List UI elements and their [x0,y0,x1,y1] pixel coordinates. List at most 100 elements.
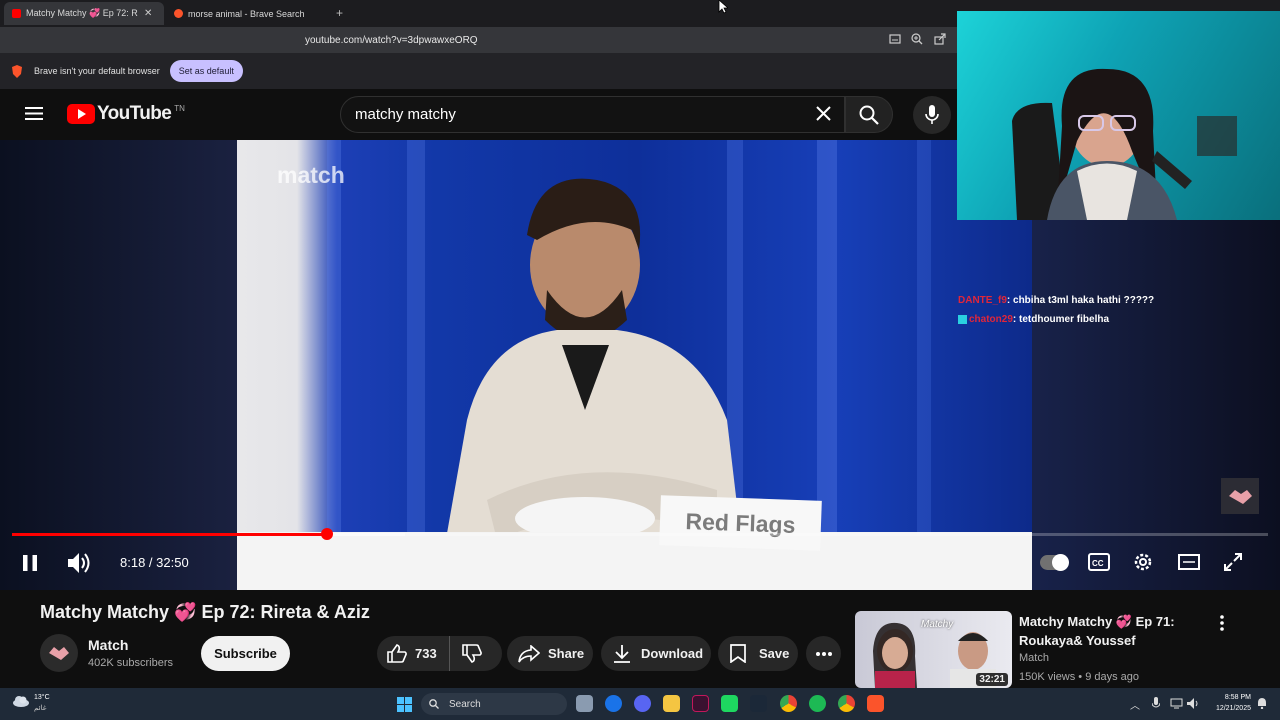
tab-matchy[interactable]: Matchy Matchy 💞 Ep 72: Ri ✕ [4,2,164,25]
windows-start-icon[interactable] [397,697,412,712]
brave-lion-icon [12,64,22,78]
search-button[interactable] [845,96,893,133]
youtube-logo[interactable]: YouTube TN [67,103,185,125]
infobar-message: Brave isn't your default browser [34,66,160,76]
speaker-icon[interactable] [1187,698,1200,709]
svg-text:CC: CC [1092,559,1104,568]
youtube-logo-text: YouTube [97,103,172,124]
subscribe-button[interactable]: Subscribe [201,636,290,671]
file-explorer-icon[interactable] [663,695,680,712]
app-icon[interactable] [692,695,709,712]
tray-chevron-icon[interactable]: ︿ [1130,697,1140,712]
more-horizontal-icon [815,651,832,656]
table-surface [237,532,1032,590]
like-button[interactable]: 733 [377,636,450,671]
chrome-profile-icon[interactable] [838,695,855,712]
taskbar-search-icon [429,699,439,709]
clear-search-icon[interactable] [816,106,831,121]
chat-username: DANTE_f9 [958,295,1007,306]
video-background-left [0,140,237,590]
zoom-icon[interactable] [911,33,923,45]
spotify-icon[interactable] [809,695,826,712]
network-icon[interactable] [1170,698,1183,709]
search-input[interactable]: matchy matchy [340,96,845,133]
volume-icon[interactable] [67,552,91,574]
hamburger-menu-icon[interactable] [25,106,43,121]
outlook-icon[interactable] [605,695,622,712]
settings-gear-icon[interactable] [1133,552,1153,572]
save-bookmark-icon [730,644,746,663]
dislike-button[interactable] [450,644,482,663]
search-icon [859,105,879,125]
region-code: TN [174,103,185,113]
microphone-icon [925,105,939,124]
pause-icon[interactable] [22,554,38,572]
buffered-bar [327,533,405,536]
channel-logo-icon [49,647,69,660]
like-count: 733 [415,646,437,661]
thumbs-down-icon [462,644,482,663]
autoplay-toggle[interactable] [1040,554,1069,571]
more-vertical-icon[interactable] [1220,615,1224,631]
progress-fill [12,533,327,536]
thumbs-up-icon [387,644,407,663]
chat-message: chaton29 : tetdhoumer fibelha [958,310,1154,329]
url-text: youtube.com/watch?v=3dpwawxeORQ [305,34,478,46]
captions-icon[interactable]: CC [1088,553,1110,571]
webcam-scene [1012,68,1237,220]
voice-search-button[interactable] [913,96,951,134]
share-button[interactable]: Share [507,636,593,671]
theater-mode-icon[interactable] [1178,554,1200,570]
video-frame[interactable]: match Red Flags [237,140,1032,590]
recommended-title[interactable]: Matchy Matchy 💞 Ep 71: Roukaya& Youssef [1019,612,1204,650]
taskbar-search-label: Search [449,698,481,710]
discord-icon[interactable] [634,695,651,712]
recommended-channel[interactable]: Match [1019,652,1049,664]
set-default-button[interactable]: Set as default [169,60,243,82]
download-label: Download [641,646,704,661]
channel-watermark[interactable] [1221,478,1259,514]
weather-desc: غائم [34,705,47,712]
mouse-cursor-icon [718,0,728,14]
channel-name[interactable]: Match [88,637,128,653]
thumbnail-badge: Matchy [921,619,954,630]
tab-brave-search[interactable]: morse animal - Brave Search [166,2,326,25]
close-tab-icon[interactable]: ✕ [144,8,152,19]
taskbar-search[interactable]: Search [421,693,567,715]
youtube-play-logo-icon [67,104,95,124]
subscriber-count: 402K subscribers [88,657,173,669]
notifications-icon[interactable] [1257,698,1267,709]
channel-avatar[interactable] [40,634,78,672]
video-duration: 32:21 [976,673,1008,686]
clock-time: 8:58 PM [1224,694,1251,701]
task-view-icon[interactable] [576,695,593,712]
fullscreen-icon[interactable] [1224,553,1242,571]
share-page-icon[interactable] [934,33,946,45]
more-actions-button[interactable] [806,636,841,671]
clock-date: 12/21/2025 [1215,705,1251,712]
youtube-favicon-icon [12,9,21,18]
video-watermark: match [277,162,345,188]
download-icon [614,645,630,663]
new-tab-icon[interactable]: + [336,6,343,20]
scrubber-handle[interactable] [321,528,333,540]
video-title: Matchy Matchy 💞 Ep 72: Rireta & Aziz [40,602,370,622]
streamer-webcam [957,11,1280,220]
time-display: 8:18 / 32:50 [120,555,189,570]
cast-icon[interactable] [889,34,901,45]
brave-taskbar-icon[interactable] [867,695,884,712]
save-button[interactable]: Save [718,636,798,671]
brave-favicon-icon [174,9,183,18]
download-button[interactable]: Download [601,636,711,671]
recommended-thumbnail[interactable]: Matchy 32:21 [855,611,1012,688]
weather-temp: 13°C [34,694,50,701]
weather-cloud-icon [13,696,29,707]
share-arrow-icon [518,644,540,662]
url-field[interactable]: youtube.com/watch?v=3dpwawxeORQ [282,31,957,49]
steam-icon[interactable] [750,695,767,712]
share-label: Share [548,646,585,661]
tray-mic-icon[interactable] [1152,697,1160,710]
whatsapp-icon[interactable] [721,695,738,712]
handshake-icon [1229,490,1252,504]
chrome-icon[interactable] [780,695,797,712]
